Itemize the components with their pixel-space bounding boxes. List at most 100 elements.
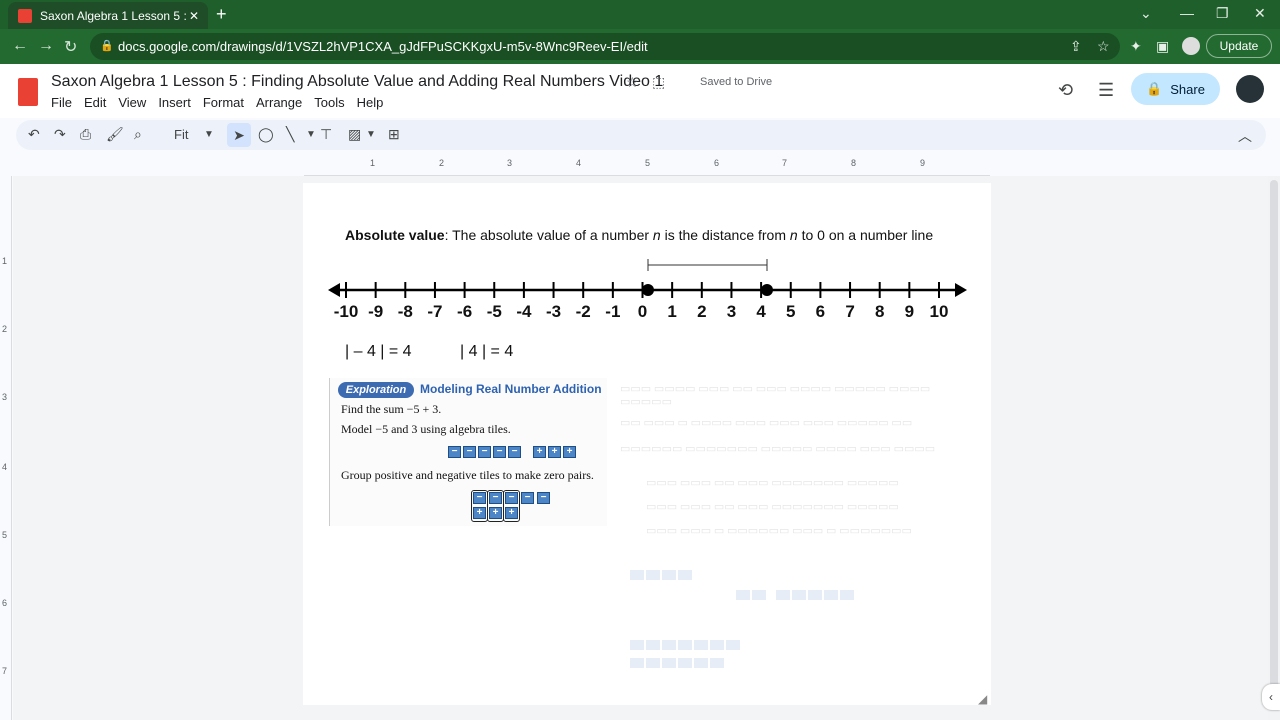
ruler-mark: 9 [920,158,926,168]
select-tool-icon[interactable]: ➤ [227,123,251,147]
redo-icon[interactable]: ↷ [54,126,66,143]
reload-icon[interactable]: ↻ [64,37,77,57]
undo-icon[interactable]: ↶ [28,126,40,143]
comments-icon[interactable]: ☰ [1098,80,1114,101]
chevron-down-icon[interactable]: ▼ [366,129,376,140]
move-folder-icon[interactable]: ⬚ [652,74,665,91]
menu-edit[interactable]: Edit [84,95,106,110]
menu-bar: File Edit View Insert Format Arrange Too… [51,95,383,110]
collapse-toolbar-icon[interactable]: ︿ [1238,126,1252,146]
abs-equation-positive[interactable]: | 4 | = 4 [460,343,513,361]
forward-icon[interactable]: → [38,37,54,55]
version-history-icon[interactable]: ⟲ [1058,80,1073,101]
star-icon[interactable]: ☆ [626,74,639,91]
back-icon[interactable]: ← [12,37,28,55]
drawings-favicon-icon [18,8,32,23]
menu-tools[interactable]: Tools [314,95,344,110]
definition-text: : The absolute value of a number [444,227,653,243]
ruler-mark: 4 [576,158,582,168]
positive-tile: + [563,446,576,458]
ruler-mark: 1 [370,158,376,168]
text-box-icon[interactable]: ⊤ [320,126,332,143]
profile-avatar[interactable] [1182,37,1200,55]
exploration-badge: Exploration [338,382,414,398]
ruler-mark: 4 [2,462,8,472]
abs-equation-negative[interactable]: | – 4 | = 4 [345,343,412,361]
negative-tile: − [478,446,491,458]
number-line[interactable] [320,250,980,310]
menu-insert[interactable]: Insert [158,95,191,110]
negative-tile: − [448,446,461,458]
scrollbar-thumb[interactable] [1270,180,1278,710]
resize-handle-icon[interactable]: ◢ [978,692,987,706]
document-title[interactable]: Saxon Algebra 1 Lesson 5 : Finding Absol… [51,73,663,91]
menu-format[interactable]: Format [203,95,244,110]
number-line-label: -8 [397,302,413,321]
absolute-value-definition[interactable]: Absolute value: The absolute value of a … [345,227,933,243]
number-line-label: 9 [904,302,915,321]
right-arrow-icon [955,283,967,297]
share-label: Share [1170,81,1205,97]
number-line-label: -2 [575,302,591,321]
address-bar[interactable]: 🔒 docs.google.com/drawings/d/1VSZL2hVP1C… [90,33,1120,60]
extensions-icon[interactable]: ✦ [1130,38,1142,55]
number-line-label: -7 [427,302,443,321]
ruler-mark: 7 [782,158,788,168]
negative-tile: − [537,492,550,504]
zoom-select[interactable]: Fit [174,127,188,142]
share-page-icon[interactable]: ⇪ [1070,38,1082,55]
definition-text: to 0 on a number line [797,227,934,243]
shape-tool-icon[interactable]: ◯ [258,126,274,143]
definition-variable: n [652,227,661,243]
line-tool-icon[interactable]: ╲ [286,126,294,143]
update-button[interactable]: Update [1206,34,1272,58]
close-window-icon[interactable]: ✕ [1254,5,1266,22]
drawings-logo-icon[interactable] [18,78,38,106]
number-line-label: 5 [786,302,796,321]
browser-tab-strip: Saxon Algebra 1 Lesson 5 : Findi ✕ + ⌄ —… [0,0,1280,29]
chevron-down-icon[interactable]: ▼ [204,129,214,140]
number-line-label: -10 [333,302,359,321]
new-tab-icon[interactable]: + [216,4,227,25]
chevron-left-icon[interactable]: ‹ [1262,684,1280,710]
image-icon[interactable]: ▨ [348,126,361,143]
ruler-mark: 2 [2,324,8,334]
exploration-title: Modeling Real Number Addition [420,382,602,396]
ruler-mark: 8 [851,158,857,168]
ruler-mark: 3 [507,158,513,168]
editing-toolbar: ↶ ↷ ⎙ 🖌 ⌕ Fit ▼ ➤ ◯ ╲ ▼ ⊤ ▨ ▼ ⊞ ︿ [16,120,1266,150]
ruler-mark: 6 [714,158,720,168]
menu-arrange[interactable]: Arrange [256,95,302,110]
bookmark-star-icon[interactable]: ☆ [1097,38,1110,55]
number-line-label: -3 [545,302,562,321]
exploration-step-1: Find the sum −5 + 3. [341,402,442,416]
chevron-down-icon[interactable]: ▼ [306,129,316,140]
left-arrow-icon [328,283,340,297]
number-line-label: 2 [697,302,707,321]
menu-file[interactable]: File [51,95,72,110]
maximize-icon[interactable]: ❐ [1216,5,1229,22]
menu-view[interactable]: View [118,95,146,110]
paint-format-icon[interactable]: 🖌 [106,126,124,143]
number-line-label: 3 [726,302,737,321]
negative-tile: − [508,446,521,458]
share-button[interactable]: 🔒 Share [1131,73,1220,105]
number-line-label: 6 [815,302,826,321]
number-line-label: -5 [486,302,502,321]
tab-search-icon[interactable]: ⌄ [1140,5,1152,22]
add-comment-icon[interactable]: ⊞ [388,126,400,143]
account-avatar[interactable] [1236,75,1264,103]
zoom-icon[interactable]: ⌕ [134,126,142,143]
browser-tab[interactable]: Saxon Algebra 1 Lesson 5 : Findi ✕ [8,2,208,29]
number-line-label: 0 [637,302,648,321]
menu-help[interactable]: Help [357,95,384,110]
negative-tile: − [521,492,534,504]
save-status: Saved to Drive [700,76,773,88]
minimize-icon[interactable]: — [1180,5,1194,21]
definition-text: is the distance from [660,227,790,243]
print-icon[interactable]: ⎙ [80,126,91,143]
number-line-label: 10 [929,302,949,321]
side-panel-icon[interactable]: ▣ [1156,38,1169,55]
number-line-label: -1 [605,302,621,321]
close-tab-icon[interactable]: ✕ [186,9,202,23]
